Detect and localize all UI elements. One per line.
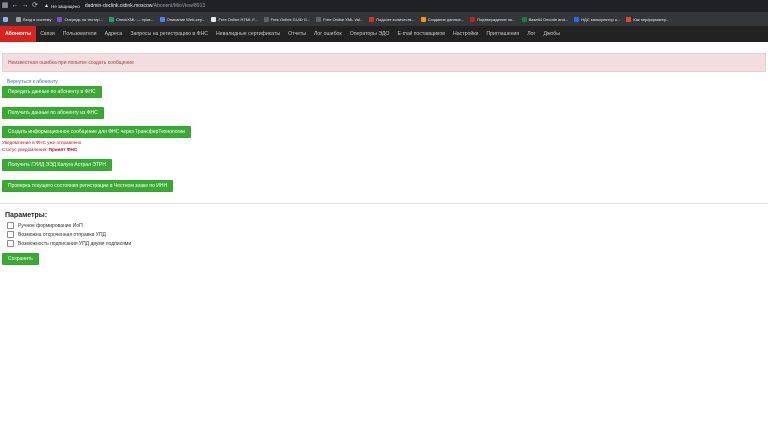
option-two-signatures[interactable]: Возможность подписания УПД двумя подпися…	[7, 240, 131, 247]
notice-status: Статус уведомления: Принят ФНС	[2, 147, 77, 152]
bookmark-item[interactable]: НДС калькулятор о...	[571, 12, 623, 26]
option-label: Ручное формирование ИоП	[18, 222, 83, 229]
nav-item[interactable]: Связи	[36, 26, 59, 42]
favicon-icon	[57, 16, 63, 22]
browser-toolbar: ▦ ← → ⟳ ▲ Не защищено dadmin-doclink.cid…	[0, 0, 768, 12]
favicon-icon	[521, 16, 527, 22]
favicon-icon	[470, 16, 476, 22]
nav-item[interactable]: Отчеты	[284, 26, 310, 42]
back-arrow-icon[interactable]: ←	[10, 0, 20, 12]
bookmark-item[interactable]: Подсчет количеств...	[366, 12, 418, 26]
favicon-icon	[420, 16, 426, 22]
save-button[interactable]: Сохранить	[2, 253, 39, 265]
nav-item[interactable]: Настройки	[449, 26, 482, 42]
nav-item[interactable]: Невалидные сертификаты	[212, 26, 284, 42]
nav-item[interactable]: Лог	[523, 26, 539, 42]
favicon-icon	[263, 16, 269, 22]
create-info-message-button[interactable]: Создать информационное сообщение для ФНС…	[2, 126, 191, 138]
get-guid-button[interactable]: Получить ГУИД ЭЭД Калуга Астрал ЭТРН	[2, 159, 112, 171]
manual-iop-checkbox[interactable]	[7, 222, 14, 229]
section-divider	[0, 203, 768, 204]
check-registration-button[interactable]: Проверка текущего состояния регистрации …	[2, 180, 174, 192]
notice-sent: Уведомление в ФНС уже отправлено	[2, 140, 82, 145]
bookmark-label: НДС калькулятор о...	[581, 16, 621, 22]
bookmark-label: Очередь на тестир...	[64, 16, 103, 22]
two-signatures-checkbox[interactable]	[7, 240, 14, 247]
bookmark-label: Base64 Decode and...	[528, 16, 569, 22]
nav-item[interactable]: Операторы ЭДО	[346, 26, 394, 42]
url-host: dadmin-doclink.cidink.moscow	[84, 3, 153, 9]
send-to-fns-button[interactable]: Передать данные по абоненту в ФНС	[2, 86, 102, 98]
favicon-icon	[316, 16, 322, 22]
url-path: /Abonent/MioView/8913	[152, 3, 206, 9]
option-label: Возможность подписания УПД двумя подпися…	[18, 240, 132, 247]
option-deferred-upd[interactable]: Возможна отсроченная отправка УПД	[7, 231, 106, 238]
favicon-icon	[574, 16, 580, 22]
bookmark-item[interactable]: Очередь на тестир...	[54, 12, 106, 26]
bookmark-item[interactable]: Подтверждение по...	[467, 12, 518, 26]
nav-item[interactable]: Приглашения	[482, 26, 523, 42]
favicon-icon	[3, 16, 8, 22]
bookmark-label: Free Online XML Val...	[323, 16, 364, 22]
option-manual-iop[interactable]: Ручное формирование ИоП	[7, 222, 83, 229]
bookmark-label: Вход в систему	[23, 16, 52, 22]
favicon-icon	[159, 16, 165, 22]
security-label[interactable]: Не защищено	[51, 4, 80, 9]
bookmark-item[interactable]: Free Online HTML F...	[208, 12, 260, 26]
address-bar[interactable]: ▲ Не защищено dadmin-doclink.cidink.mosc…	[44, 2, 205, 11]
params-title: Параметры:	[5, 212, 48, 219]
nav-item[interactable]: E-mail поставщиков	[393, 26, 449, 42]
sidebar-toggle-icon[interactable]: ▦	[0, 0, 10, 12]
bookmark-label: Как перформагер...	[633, 16, 670, 22]
nav-item[interactable]: Адреса	[101, 26, 127, 42]
bookmark-item[interactable]: Создание данных...	[418, 12, 467, 26]
nav-item[interactable]: Лог ошибок	[310, 26, 346, 42]
nav-item[interactable]: Пользователи	[59, 26, 101, 42]
forward-arrow-icon[interactable]: →	[20, 0, 30, 12]
favicon-icon	[369, 16, 375, 22]
nav-item[interactable]: Джобы	[539, 26, 564, 42]
back-to-subscriber-link[interactable]: Вернуться к абоненту	[7, 79, 58, 85]
bookmark-item[interactable]: Вход в систему	[13, 12, 54, 26]
apps-shortcut[interactable]	[0, 12, 13, 26]
bookmark-item[interactable]: Free Online XML Val...	[313, 12, 366, 26]
bookmark-label: Подтверждение по...	[477, 16, 516, 22]
bookmark-item[interactable]: Как перформагер...	[623, 12, 672, 26]
notice-status-label: Статус уведомления:	[2, 147, 48, 152]
favicon-icon	[626, 16, 632, 22]
warning-icon: ▲	[44, 3, 49, 9]
favicon-icon	[108, 16, 114, 22]
bookmarks-bar: Вход в систему Очередь на тестир... CheckX…	[0, 12, 768, 26]
bookmark-label: Подсчет количеств...	[376, 16, 415, 22]
option-label: Возможна отсроченная отправка УПД	[18, 231, 106, 238]
deferred-upd-checkbox[interactable]	[7, 231, 14, 238]
favicon-icon	[16, 16, 21, 22]
bookmark-item[interactable]: CheckXML — пров...	[106, 12, 157, 26]
nav-item[interactable]: Абоненты	[0, 26, 37, 42]
main-nav: Абоненты Связи Пользователи Адреса Запросы н…	[0, 26, 768, 42]
reload-icon[interactable]: ⟳	[30, 0, 40, 12]
bookmark-item[interactable]: Описание Web-сер...	[157, 12, 209, 26]
notice-status-value: Принят ФНС	[48, 147, 78, 152]
nav-item[interactable]: Запросы на регистрацию в ФНС	[126, 26, 212, 42]
favicon-icon	[211, 16, 217, 22]
error-alert: Неизвестная ошибка при попытке создать с…	[2, 53, 766, 72]
bookmark-label: Создание данных...	[427, 16, 465, 22]
bookmark-label: Free Online HTML F...	[218, 16, 258, 22]
bookmark-label: Free Online GUID G...	[270, 16, 311, 22]
receive-from-fns-button[interactable]: Получить данные по абоненту из ФНС	[2, 107, 104, 119]
bookmark-label: CheckXML — пров...	[115, 16, 154, 22]
bookmark-item[interactable]: Free Online GUID G...	[261, 12, 314, 26]
bookmark-item[interactable]: Base64 Decode and...	[519, 12, 572, 26]
bookmark-label: Описание Web-сер...	[166, 16, 206, 22]
